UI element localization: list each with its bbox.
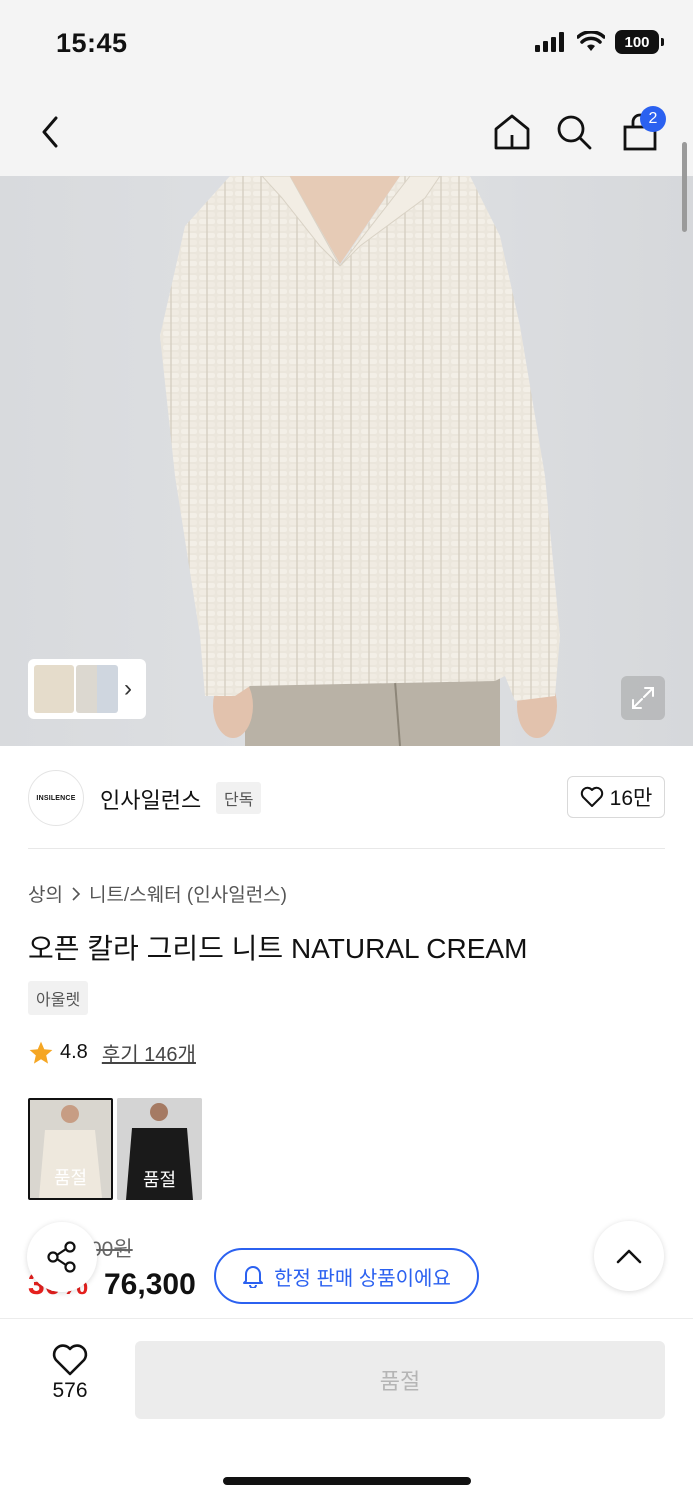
heart-icon xyxy=(580,786,603,807)
cart-button[interactable]: 2 xyxy=(614,106,666,158)
rating-row: 4.8 후기 146개 xyxy=(28,1038,196,1067)
search-icon xyxy=(557,115,592,150)
home-icon xyxy=(494,114,530,150)
home-indicator[interactable] xyxy=(223,1477,471,1485)
back-button[interactable] xyxy=(24,106,76,158)
breadcrumb-subcategory[interactable]: 니트/스웨터 (인사일런스) xyxy=(89,880,287,907)
divider xyxy=(28,848,665,849)
expand-icon xyxy=(632,687,654,709)
soldout-button[interactable]: 품절 xyxy=(135,1341,665,1419)
brand-name[interactable]: 인사일런스 xyxy=(100,783,201,815)
variant-option-black[interactable]: 품절 xyxy=(117,1098,202,1200)
back-arrow-icon xyxy=(42,116,58,148)
status-bar: 15:45 100 xyxy=(0,0,693,88)
sale-price: 76,300 xyxy=(104,1268,196,1301)
wishlist-button[interactable]: 576 xyxy=(30,1343,110,1413)
battery-indicator: 100 xyxy=(615,30,664,54)
breadcrumb: 상의 니트/스웨터 (인사일런스) xyxy=(28,880,287,907)
bottom-action-bar: 576 품절 xyxy=(0,1318,693,1500)
breadcrumb-category[interactable]: 상의 xyxy=(28,880,63,907)
share-button[interactable] xyxy=(27,1222,97,1292)
variant-soldout-label: 품절 xyxy=(53,1168,88,1188)
heart-icon xyxy=(52,1344,88,1376)
variant-option-cream[interactable]: 품절 xyxy=(28,1098,113,1200)
brand-row: INSILENCE 인사일런스 단독 16만 xyxy=(28,768,665,826)
expand-image-button[interactable] xyxy=(621,676,665,720)
chevron-right-icon xyxy=(72,886,81,901)
chevron-up-icon xyxy=(616,1249,642,1264)
share-icon xyxy=(47,1241,76,1273)
brand-logo[interactable]: INSILENCE xyxy=(28,770,84,826)
signal-icon xyxy=(535,32,564,52)
limited-sale-notice[interactable]: 한정 판매 상품이에요 xyxy=(214,1248,479,1304)
thumbnail-2[interactable] xyxy=(76,665,118,713)
top-nav: 2 xyxy=(0,88,693,176)
wifi-icon xyxy=(577,31,605,51)
wishlist-count: 576 xyxy=(52,1379,88,1402)
search-button[interactable] xyxy=(548,106,600,158)
brand-like-count: 16만 xyxy=(609,787,653,810)
review-count-link[interactable]: 후기 146개 xyxy=(102,1038,196,1067)
scroll-to-top-button[interactable] xyxy=(594,1221,664,1291)
product-title: 오픈 칼라 그리드 니트 NATURAL CREAM xyxy=(28,933,528,964)
thumbnail-1[interactable] xyxy=(34,665,74,713)
cart-count-badge: 2 xyxy=(640,106,666,132)
status-icons: 100 xyxy=(535,30,664,54)
brand-exclusive-tag: 단독 xyxy=(216,782,262,814)
product-hero-image[interactable]: › xyxy=(0,176,693,746)
rating-value: 4.8 xyxy=(60,1041,88,1063)
limited-sale-label: 한정 판매 상품이에요 xyxy=(274,1267,451,1290)
variant-soldout-label: 품절 xyxy=(142,1170,177,1190)
image-thumbnail-strip[interactable]: › xyxy=(28,659,146,719)
thumbnail-more-chevron-icon: › xyxy=(124,675,132,702)
brand-like-button[interactable]: 16만 xyxy=(567,776,665,818)
home-button[interactable] xyxy=(486,106,538,158)
outlet-tag: 아울렛 xyxy=(28,981,89,1015)
bell-icon xyxy=(243,1266,264,1288)
scroll-indicator xyxy=(682,142,687,232)
status-time: 15:45 xyxy=(56,28,128,58)
star-icon xyxy=(29,1041,53,1064)
